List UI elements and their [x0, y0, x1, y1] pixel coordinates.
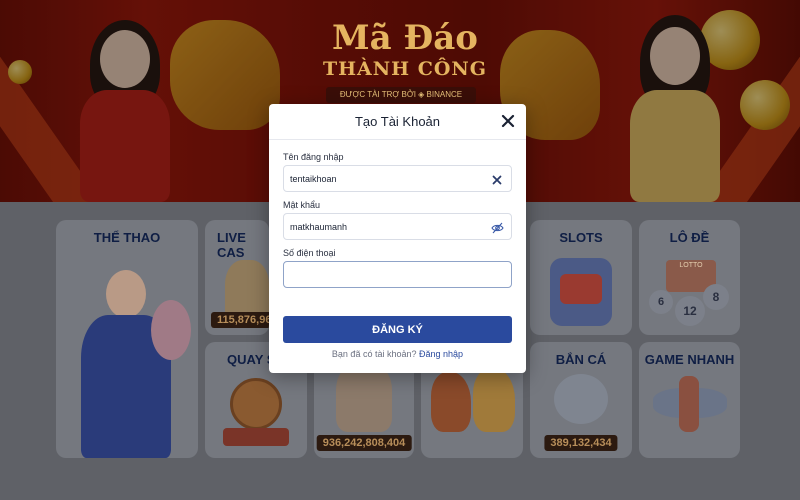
card-title: BẮN CÁ [555, 352, 607, 367]
model-left-image [70, 20, 180, 202]
password-input[interactable] [290, 214, 480, 239]
rooster-image [431, 372, 471, 432]
flowers-image [151, 300, 191, 360]
dealer-image [225, 260, 269, 320]
card-title: LIVE CAS [217, 230, 246, 260]
rooster-image [473, 368, 515, 432]
card-jackpot-amount: 115,876,96 [211, 312, 269, 328]
clear-icon[interactable] [491, 173, 503, 185]
create-account-dialog: Tạo Tài Khoản Tên đăng nhập Mật khẩu Số … [269, 104, 526, 373]
gold-coin-image [8, 60, 32, 84]
lotto-ball-image: 6 [649, 290, 673, 314]
username-field[interactable] [283, 165, 512, 192]
login-link[interactable]: Đăng nhập [419, 349, 463, 359]
password-label: Mật khẩu [283, 200, 321, 210]
close-icon[interactable] [500, 113, 516, 129]
category-card-ban-ca[interactable]: BẮN CÁ 389,132,434 [530, 342, 632, 458]
banner-stripe [671, 0, 800, 202]
banner-subtitle: THÀNH CÔNG [322, 58, 488, 80]
airplane-wing-image [679, 376, 699, 432]
fish-cannon-image [554, 374, 608, 424]
category-card-live-casino[interactable]: LIVE CAS 115,876,96 [205, 220, 269, 335]
card-title: LÔ ĐỀ [669, 230, 710, 245]
login-prompt-text: Bạn đã có tài khoản? [331, 349, 417, 359]
gold-coin-image [700, 10, 760, 70]
dialog-title: Tạo Tài Khoản [354, 114, 441, 129]
username-input[interactable] [290, 166, 480, 191]
phone-field[interactable] [283, 261, 512, 288]
dialog-header: Tạo Tài Khoản [269, 104, 526, 140]
golden-horse-image [170, 20, 280, 130]
slot-machine-image [550, 258, 612, 326]
football-player-image [76, 270, 176, 458]
category-card-the-thao[interactable]: THỂ THAO [56, 220, 198, 458]
lotto-ball-image: 8 [703, 284, 729, 310]
category-card-lo-de[interactable]: LÔ ĐỀ LOTTO 6 12 8 [639, 220, 740, 335]
card-title: THỂ THAO [93, 230, 161, 245]
register-button[interactable]: ĐĂNG KÝ [283, 316, 512, 343]
category-card-slots[interactable]: SLOTS [530, 220, 632, 335]
eye-slash-icon[interactable] [491, 221, 504, 234]
card-title: SLOTS [559, 230, 603, 245]
gold-coin-image [740, 80, 790, 130]
drum-base-image [223, 428, 289, 446]
lottery-drum-image [230, 378, 282, 430]
card-jackpot-amount: 389,132,434 [544, 435, 618, 451]
username-label: Tên đăng nhập [283, 152, 344, 162]
banner-sponsor: ĐƯỢC TÀI TRỢ BỞI ◈ BINANCE [326, 87, 476, 103]
phone-label: Số điện thoại [283, 248, 336, 258]
card-title: GAME NHANH [644, 352, 735, 367]
card-jackpot-amount: 936,242,808,404 [316, 435, 412, 451]
banner-stripe [0, 0, 129, 202]
phone-input[interactable] [290, 262, 480, 287]
password-field[interactable] [283, 213, 512, 240]
lotto-ball-image: 12 [675, 296, 705, 326]
banner-title: Mã Đáo [332, 18, 478, 58]
login-prompt: Bạn đã có tài khoản? Đăng nhập [269, 349, 526, 359]
model-right-image [620, 15, 730, 202]
category-card-game-nhanh[interactable]: GAME NHANH [639, 342, 740, 458]
